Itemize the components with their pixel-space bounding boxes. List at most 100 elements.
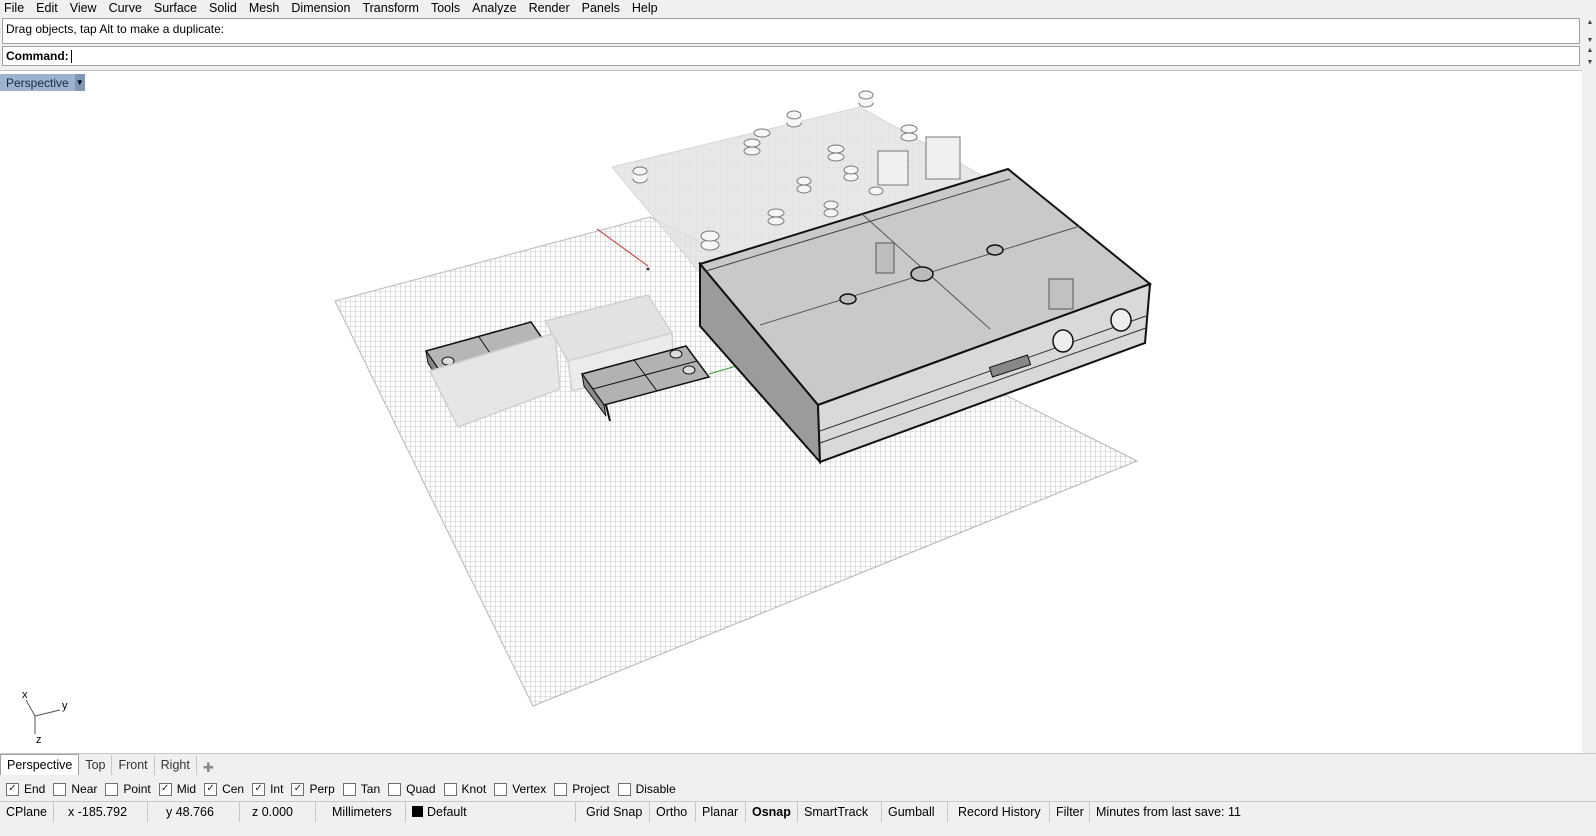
- osnap-label: End: [24, 782, 46, 796]
- text-cursor: [71, 50, 72, 63]
- command-history[interactable]: Drag objects, tap Alt to make a duplicat…: [2, 18, 1580, 44]
- osnap-label: Quad: [406, 782, 436, 796]
- menu-edit[interactable]: Edit: [30, 0, 64, 16]
- spin-up-icon[interactable]: ▲: [1587, 47, 1594, 54]
- osnap-checkbox[interactable]: [617, 782, 631, 796]
- menu-curve[interactable]: Curve: [103, 0, 148, 16]
- axis-y-label: y: [62, 700, 68, 712]
- osnap-label: Perp: [309, 782, 335, 796]
- osnap-checkbox[interactable]: ✓: [252, 782, 266, 796]
- gumball-button[interactable]: Gumball: [882, 802, 948, 823]
- layer-indicator[interactable]: Default: [406, 802, 576, 823]
- viewport-tabs: Perspective Top Front Right ✚: [0, 753, 1596, 776]
- osnap-label: Mid: [176, 782, 197, 796]
- osnap-checkbox[interactable]: ✓: [291, 782, 305, 796]
- osnap-label: Vertex: [512, 782, 547, 796]
- save-info: Minutes from last save: 11: [1096, 805, 1241, 819]
- osnap-tan[interactable]: Tan: [342, 782, 381, 796]
- history-scroll-arrows[interactable]: ▲ ▼: [1584, 19, 1596, 44]
- ortho-button[interactable]: Ortho: [650, 802, 696, 823]
- osnap-checkbox[interactable]: [53, 782, 67, 796]
- menu-file[interactable]: File: [0, 0, 30, 16]
- menu-transform[interactable]: Transform: [356, 0, 425, 16]
- layer-color-swatch: [412, 806, 423, 817]
- spin-down-icon[interactable]: ▼: [1587, 59, 1594, 66]
- osnap-perp[interactable]: ✓ Perp: [291, 782, 335, 796]
- osnap-button[interactable]: Osnap: [746, 802, 798, 823]
- coord-x: x -185.792: [54, 802, 148, 823]
- osnap-checkbox[interactable]: [105, 782, 119, 796]
- units-label[interactable]: Millimeters: [316, 802, 406, 823]
- osnap-checkbox[interactable]: ✓: [6, 782, 19, 796]
- osnap-checkbox[interactable]: [342, 782, 356, 796]
- coord-y: y 48.766: [148, 802, 240, 823]
- osnap-label: Disable: [635, 782, 676, 796]
- osnap-label: Tan: [360, 782, 381, 796]
- osnap-quad[interactable]: Quad: [388, 782, 436, 796]
- osnap-bar: ✓ End Near Point ✓ Mid ✓ Cen ✓ Int ✓ Perp Tan Quad Kno…: [0, 780, 1596, 798]
- osnap-cen[interactable]: ✓ Cen: [204, 782, 244, 796]
- add-tab-icon[interactable]: ✚: [197, 760, 220, 776]
- menu-render[interactable]: Render: [523, 0, 576, 16]
- osnap-near[interactable]: Near: [53, 782, 97, 796]
- tab-right[interactable]: Right: [155, 755, 197, 775]
- chevron-down-icon[interactable]: ▼: [74, 74, 85, 91]
- viewport-title-label[interactable]: Perspective: [0, 76, 75, 90]
- menu-mesh[interactable]: Mesh: [243, 0, 286, 16]
- osnap-knot[interactable]: Knot: [443, 782, 487, 796]
- status-bar: CPlane x -185.792 y 48.766 z 0.000 Milli…: [0, 801, 1596, 823]
- filter-button[interactable]: Filter: [1050, 802, 1090, 823]
- osnap-label: Int: [270, 782, 284, 796]
- grid-snap-button[interactable]: Grid Snap: [576, 802, 650, 823]
- menu-view[interactable]: View: [64, 0, 103, 16]
- osnap-int[interactable]: ✓ Int: [252, 782, 283, 796]
- axis-x-label: x: [22, 689, 28, 701]
- command-label: Command:: [6, 49, 69, 63]
- osnap-checkbox[interactable]: [443, 782, 457, 796]
- osnap-label: Near: [71, 782, 98, 796]
- osnap-checkbox[interactable]: ✓: [204, 782, 218, 796]
- cplane-label[interactable]: CPlane: [0, 802, 54, 823]
- scroll-up-icon[interactable]: ▲: [1587, 19, 1594, 26]
- osnap-checkbox[interactable]: [554, 782, 568, 796]
- osnap-label: Cen: [222, 782, 245, 796]
- osnap-label: Project: [572, 782, 610, 796]
- osnap-mid[interactable]: ✓ Mid: [158, 782, 197, 796]
- viewport-title[interactable]: Perspective ▼: [0, 74, 85, 91]
- smarttrack-button[interactable]: SmartTrack: [798, 802, 882, 823]
- record-history-button[interactable]: Record History: [948, 802, 1050, 823]
- right-scroll-strip: [1582, 70, 1596, 752]
- command-scroll-arrows[interactable]: ▲ ▼: [1584, 47, 1596, 66]
- planar-button[interactable]: Planar: [696, 802, 746, 823]
- menu-help[interactable]: Help: [626, 0, 664, 16]
- tab-front[interactable]: Front: [112, 755, 155, 775]
- osnap-vertex[interactable]: Vertex: [494, 782, 546, 796]
- menu-tools[interactable]: Tools: [425, 0, 466, 16]
- osnap-checkbox[interactable]: ✓: [158, 782, 172, 796]
- model-scene[interactable]: [0, 71, 1582, 753]
- command-input[interactable]: [70, 48, 1550, 64]
- osnap-project[interactable]: Project: [554, 782, 610, 796]
- menu-analyze[interactable]: Analyze: [466, 0, 522, 16]
- menu-bar: File Edit View Curve Surface Solid Mesh …: [0, 0, 1596, 16]
- command-line[interactable]: Command:: [2, 46, 1580, 66]
- osnap-checkbox[interactable]: [494, 782, 508, 796]
- osnap-end[interactable]: ✓ End: [6, 782, 45, 796]
- osnap-disable[interactable]: Disable: [617, 782, 676, 796]
- coord-z: z 0.000: [240, 802, 316, 823]
- world-axis-icon: x y z: [22, 689, 68, 746]
- menu-solid[interactable]: Solid: [203, 0, 243, 16]
- menu-surface[interactable]: Surface: [148, 0, 203, 16]
- menu-dimension[interactable]: Dimension: [285, 0, 356, 16]
- layer-name: Default: [427, 805, 467, 819]
- tab-perspective[interactable]: Perspective: [0, 754, 80, 775]
- menu-panels[interactable]: Panels: [576, 0, 626, 16]
- osnap-point[interactable]: Point: [105, 782, 151, 796]
- tab-top[interactable]: Top: [79, 755, 113, 775]
- osnap-label: Knot: [461, 782, 487, 796]
- scroll-down-icon[interactable]: ▼: [1587, 37, 1594, 44]
- perspective-viewport[interactable]: Perspective ▼ x y z: [0, 70, 1582, 753]
- bottom-strip: [0, 822, 1596, 836]
- osnap-checkbox[interactable]: [388, 782, 402, 796]
- axis-z-label: z: [36, 734, 42, 746]
